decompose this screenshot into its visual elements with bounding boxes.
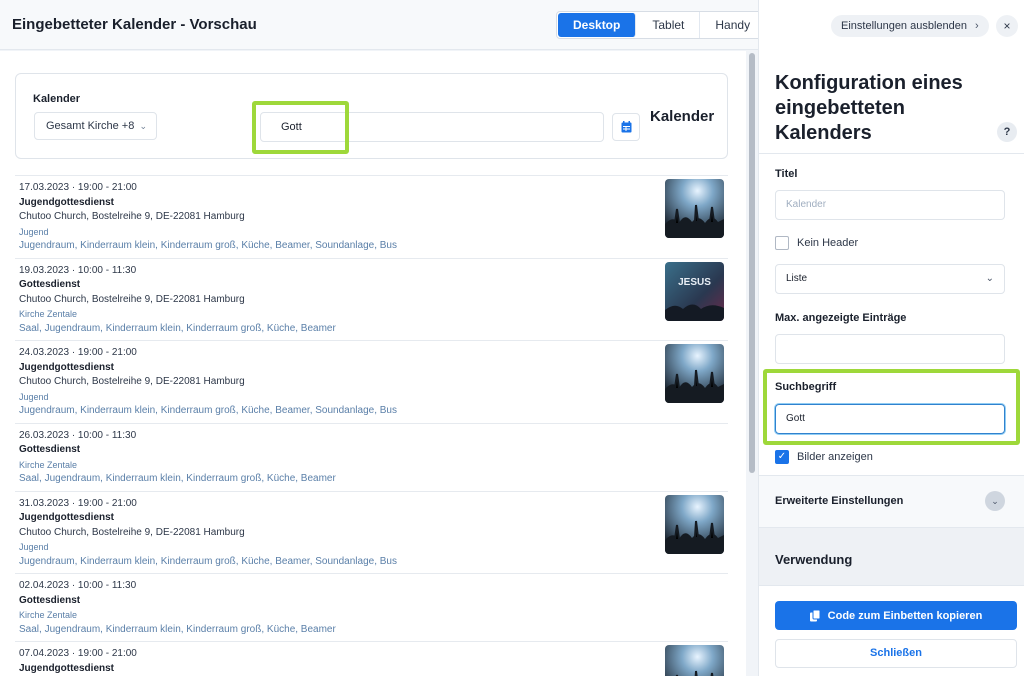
- event-date: 02.04.2023 · 10:00 - 11:30: [19, 580, 137, 591]
- max-entries-label: Max. angezeigte Einträge: [775, 312, 907, 324]
- event-list: 17.03.2023 · 19:00 - 21:00 Jugendgottesdi…: [15, 175, 728, 676]
- device-switcher: Desktop Tablet Handy: [556, 11, 767, 39]
- copy-icon: [809, 609, 821, 621]
- event-location: Chutoo Church, Bostelreihe 9, DE-22081 H…: [19, 293, 245, 305]
- usage-label: Verwendung: [775, 552, 853, 567]
- device-handy-button[interactable]: Handy: [700, 12, 765, 38]
- event-location: Chutoo Church, Bostelreihe 9, DE-22081 H…: [19, 376, 245, 387]
- device-desktop-button[interactable]: Desktop: [558, 13, 637, 37]
- event-item[interactable]: 17.03.2023 · 19:00 - 21:00 Jugendgottesdi…: [15, 175, 728, 258]
- title-label: Titel: [775, 168, 798, 180]
- event-date: 19.03.2023 · 10:00 - 11:30: [19, 264, 137, 276]
- show-images-checkbox[interactable]: ✓: [775, 450, 789, 464]
- hide-settings-button[interactable]: Einstellungen ausblenden ›: [831, 15, 989, 37]
- calendar-preview: Kalender Gesamt Kirche +8 ⌄ Gott Kalende…: [0, 51, 746, 676]
- preview-scrollbar[interactable]: [746, 51, 758, 676]
- no-header-checkbox-row[interactable]: Kein Header: [775, 236, 858, 250]
- event-rooms: Saal, Jugendraum, Kinderraum klein, Kind…: [19, 473, 336, 484]
- show-images-label: Bilder anzeigen: [797, 451, 873, 463]
- event-image: [665, 179, 724, 238]
- max-entries-input[interactable]: [775, 334, 1005, 364]
- calendar-filter-label: Kalender: [33, 93, 81, 105]
- close-icon[interactable]: ×: [996, 15, 1018, 37]
- advanced-settings-toggle[interactable]: Erweiterte Einstellungen ⌄: [759, 475, 1024, 527]
- event-title: Gottesdienst: [19, 444, 81, 455]
- event-item[interactable]: 26.03.2023 · 10:00 - 11:30 Gottesdienst Ki…: [15, 422, 728, 491]
- event-image: [665, 645, 724, 676]
- no-header-checkbox[interactable]: [775, 236, 789, 250]
- checkmark-icon: ✓: [777, 451, 787, 462]
- no-header-label: Kein Header: [797, 237, 859, 249]
- event-rooms: Jugendraum, Kinderraum klein, Kinderraum…: [19, 240, 397, 251]
- event-calendar: Kirche Zentale: [19, 610, 78, 620]
- close-settings-button[interactable]: Schließen: [775, 639, 1017, 668]
- calendar-select-value: Gesamt Kirche +8: [46, 120, 135, 132]
- event-rooms: Jugendraum, Kinderraum klein, Kinderraum…: [19, 405, 397, 416]
- svg-text:JESUS: JESUS: [678, 277, 711, 288]
- event-item[interactable]: 02.04.2023 · 10:00 - 11:30 Gottesdienst Ki…: [15, 573, 728, 641]
- date-picker-button[interactable]: [612, 113, 640, 141]
- page-title: Eingebetteter Kalender - Vorschau: [12, 16, 257, 33]
- event-calendar: Kirche Zentale: [19, 459, 78, 470]
- event-calendar: Kirche Zentale: [19, 309, 78, 319]
- event-title: Gottesdienst: [19, 594, 81, 606]
- show-images-checkbox-row[interactable]: ✓ Bilder anzeigen: [775, 450, 873, 464]
- event-date: 17.03.2023 · 19:00 - 21:00: [19, 182, 137, 193]
- chevron-right-icon: ›: [975, 20, 979, 32]
- event-date: 07.04.2023 · 19:00 - 21:00: [19, 648, 137, 659]
- event-rooms: Saal, Jugendraum, Kinderraum klein, Kind…: [19, 623, 336, 635]
- copy-embed-code-label: Code zum Einbetten kopieren: [827, 609, 983, 622]
- copy-embed-code-button[interactable]: Code zum Einbetten kopieren: [775, 601, 1017, 630]
- search-highlight-frame: [252, 101, 349, 154]
- usage-section: Verwendung: [759, 527, 1024, 585]
- chevron-down-icon[interactable]: ⌄: [985, 491, 1005, 511]
- event-location: Chutoo Church, Bostelreihe 9, DE-22081 H…: [19, 526, 245, 538]
- event-item[interactable]: 19.03.2023 · 10:00 - 11:30 Gottesdienst Ch…: [15, 257, 728, 341]
- hide-settings-label: Einstellungen ausblenden: [841, 20, 967, 32]
- device-tablet-button[interactable]: Tablet: [637, 12, 701, 38]
- help-icon[interactable]: ?: [997, 122, 1017, 142]
- view-select[interactable]: Liste ⌄: [775, 264, 1005, 294]
- event-title: Jugendgottesdienst: [19, 662, 115, 674]
- event-date: 24.03.2023 · 19:00 - 21:00: [19, 347, 137, 358]
- calendar-select[interactable]: Gesamt Kirche +8 ⌄: [34, 112, 157, 140]
- calendar-icon: [621, 121, 631, 133]
- title-input[interactable]: Kalender: [775, 190, 1005, 220]
- settings-title: Konfiguration eines eingebetteten Kalend…: [775, 72, 963, 144]
- event-date: 31.03.2023 · 19:00 - 21:00: [19, 497, 137, 509]
- event-item[interactable]: 24.03.2023 · 19:00 - 21:00 Jugendgottesdi…: [15, 340, 728, 423]
- event-image: [665, 344, 724, 403]
- event-calendar: Jugend: [19, 391, 49, 402]
- event-title: Jugendgottesdienst: [19, 361, 115, 373]
- calendar-heading: Kalender: [650, 108, 715, 125]
- chevron-down-icon: ⌄: [139, 121, 147, 131]
- settings-footer: Code zum Einbetten kopieren Schließen: [759, 585, 1024, 676]
- event-image: JESUS: [665, 261, 724, 321]
- event-title: Jugendgottesdienst: [19, 512, 115, 523]
- search-term-input[interactable]: Gott: [775, 404, 1005, 434]
- event-image: [665, 494, 724, 554]
- event-title: Jugendgottesdienst: [19, 196, 115, 208]
- chevron-down-icon: ⌄: [985, 273, 994, 284]
- event-item[interactable]: 31.03.2023 · 19:00 - 21:00 Jugendgottesdi…: [15, 490, 728, 574]
- settings-panel: Einstellungen ausblenden › × Konfiguratio…: [758, 0, 1024, 676]
- view-select-value: Liste: [786, 273, 808, 284]
- event-rooms: Saal, Jugendraum, Kinderraum klein, Kind…: [19, 322, 336, 334]
- settings-header: Konfiguration eines eingebetteten Kalend…: [759, 50, 1024, 154]
- event-calendar: Jugend: [19, 542, 49, 552]
- preview-topbar: Eingebetteter Kalender - Vorschau Deskto…: [0, 0, 767, 50]
- event-calendar: Jugend: [19, 226, 49, 237]
- event-date: 26.03.2023 · 10:00 - 11:30: [19, 429, 137, 441]
- preview-pane: Eingebetteter Kalender - Vorschau Deskto…: [0, 0, 767, 676]
- event-rooms: Jugendraum, Kinderraum klein, Kinderraum…: [19, 555, 397, 567]
- advanced-settings-label: Erweiterte Einstellungen: [775, 495, 904, 507]
- scrollbar-thumb[interactable]: [749, 53, 755, 473]
- event-location: Chutoo Church, Bostelreihe 9, DE-22081 H…: [19, 211, 245, 222]
- event-item[interactable]: 07.04.2023 · 19:00 - 21:00 Jugendgottesdi…: [15, 641, 728, 676]
- filter-card: Kalender Gesamt Kirche +8 ⌄ Gott Kalende…: [15, 73, 728, 159]
- event-title: Gottesdienst: [19, 279, 81, 290]
- search-term-label: Suchbegriff: [775, 381, 837, 393]
